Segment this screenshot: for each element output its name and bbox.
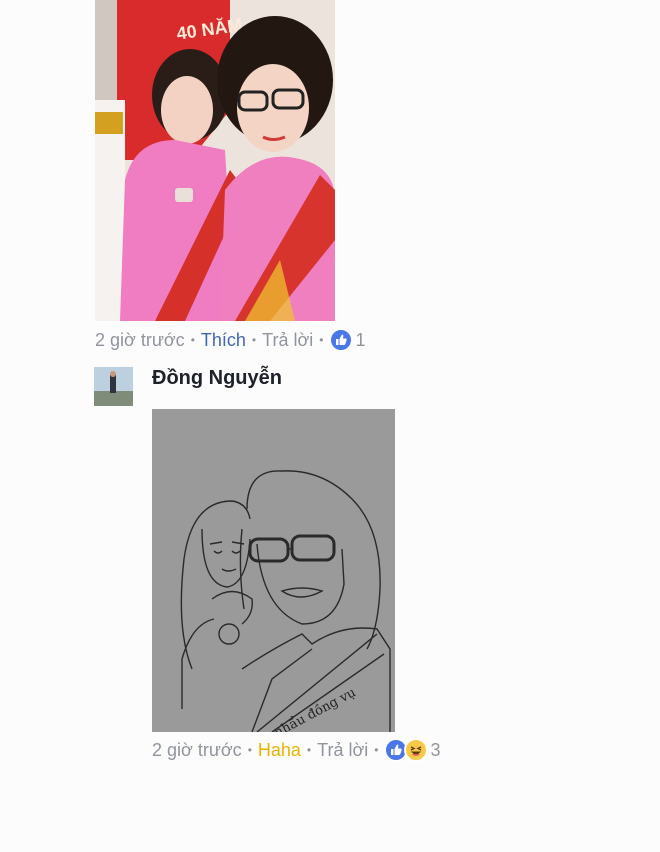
selfie-image: 40 NĂM [95,0,335,321]
comment-photo[interactable]: nhẩu đồng vụ [152,409,395,732]
comment1-meta: 2 giờ trước • Thích • Trả lời • 1 [95,328,365,352]
sketch-image: nhẩu đồng vụ [152,409,395,732]
comment2-meta: 2 giờ trước • Haha • Trả lời • 3 [152,738,440,762]
separator-dot: • [190,333,195,347]
separator-dot: • [306,743,312,757]
comment-time: 2 giờ trước [95,329,185,350]
comment-time: 2 giờ trước [152,739,242,760]
separator-dot: • [319,333,324,347]
reply-button[interactable]: Trả lời [262,330,313,351]
separator-dot: • [247,743,252,757]
separator-dot: • [251,333,257,347]
reaction-count[interactable]: 1 [355,330,365,351]
avatar-image [94,367,133,406]
reply-button[interactable]: Trả lời [317,740,368,761]
like-button[interactable]: Thích [201,330,246,351]
separator-dot: • [374,743,379,757]
like-icon[interactable] [329,328,354,352]
haha-icon[interactable] [404,738,429,762]
comment-author[interactable]: Đồng Nguyễn [152,367,282,390]
haha-reaction-button[interactable]: Haha [258,740,301,761]
avatar[interactable] [94,367,133,406]
reaction-count[interactable]: 3 [430,740,440,761]
comment-photo[interactable]: 40 NĂM [95,0,335,321]
